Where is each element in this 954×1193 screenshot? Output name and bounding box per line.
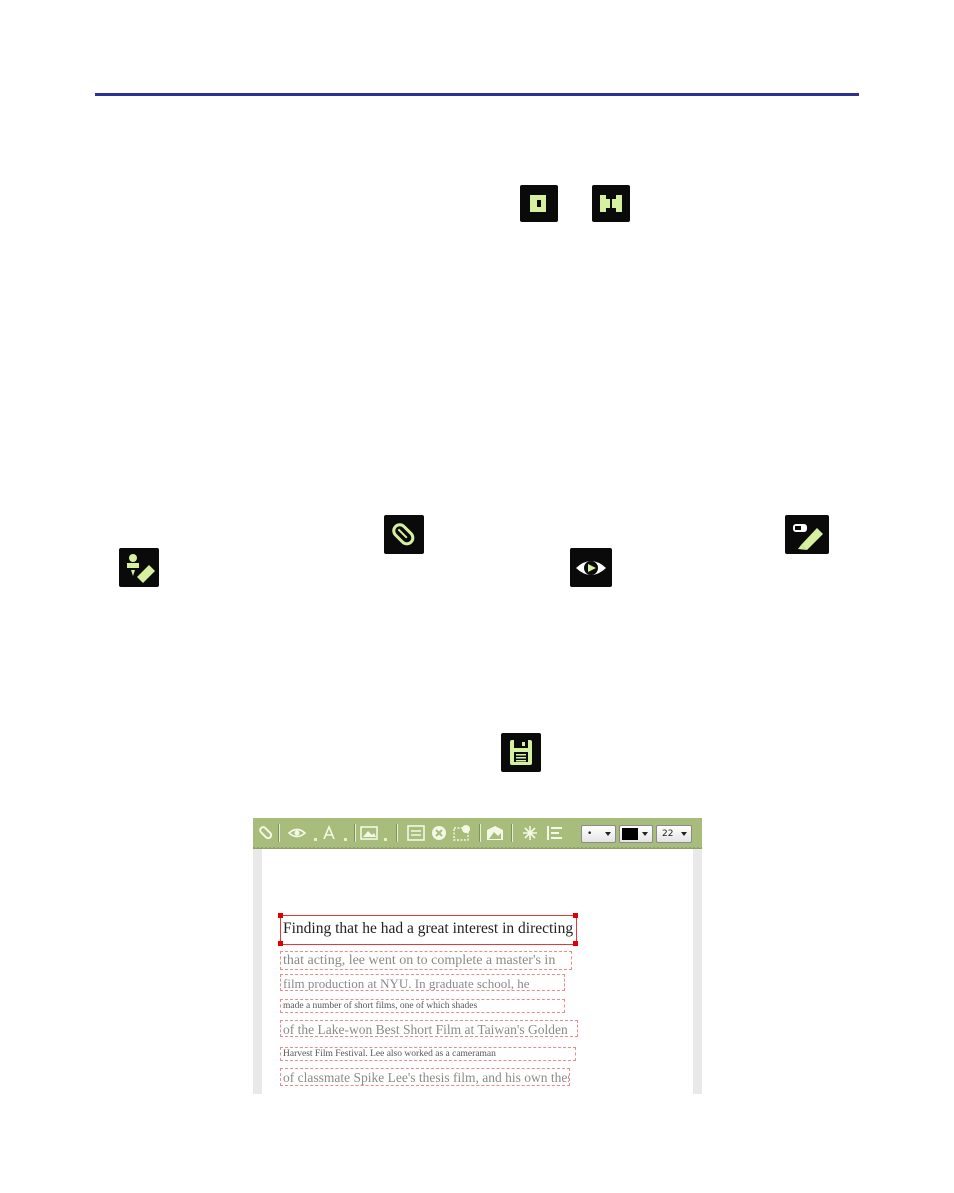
dropdown-dot [314, 838, 317, 841]
sparkle-icon[interactable] [521, 824, 539, 842]
expand-toolbar-icon [592, 185, 630, 222]
toolbar-divider [479, 824, 481, 842]
view-icon[interactable] [288, 824, 306, 842]
note-editor-screenshot: • 22 Finding that he had a great interes… [253, 818, 702, 1094]
font-size-value: 22 [662, 829, 674, 839]
chevron-down-icon [681, 832, 687, 836]
toolbar-divider [511, 824, 513, 842]
resize-handle[interactable] [278, 941, 283, 946]
insert-space-icon[interactable] [407, 824, 425, 842]
save-icon [501, 733, 541, 772]
resize-handle[interactable] [573, 913, 578, 918]
text-tool-icon[interactable] [320, 824, 338, 842]
pen-tool-icon [384, 515, 424, 554]
color-select[interactable] [619, 825, 653, 843]
text-line[interactable]: of classmate Spike Lee's thesis film, an… [280, 1068, 570, 1086]
align-icon[interactable] [546, 824, 564, 842]
background-icon[interactable] [486, 824, 504, 842]
toolbar-divider [354, 824, 356, 842]
delete-selection-icon[interactable] [453, 824, 471, 842]
pen-tool-icon[interactable] [257, 824, 275, 842]
text-line[interactable]: film production at NYU. In graduate scho… [280, 974, 565, 991]
resize-handle[interactable] [278, 913, 283, 918]
collapse-toolbar-icon [520, 185, 558, 222]
chevron-down-icon [642, 832, 648, 836]
chevron-down-icon [605, 832, 611, 836]
delete-icon[interactable] [430, 824, 448, 842]
text-line[interactable]: that acting, lee went on to complete a m… [280, 951, 572, 970]
text-line[interactable]: made a number of short films, one of whi… [280, 999, 565, 1013]
highlighter-tool-icon [785, 515, 829, 554]
pen-size-value: • [587, 829, 593, 839]
pen-size-select[interactable]: • [581, 825, 616, 843]
text-line[interactable]: of the Lake-won Best Short Film at Taiwa… [280, 1020, 578, 1037]
eraser-tool-icon [119, 548, 159, 587]
text-line[interactable]: Harvest Film Festival. Lee also worked a… [280, 1047, 576, 1061]
insert-image-icon[interactable] [360, 824, 378, 842]
toolbar-divider [278, 824, 280, 842]
dropdown-dot [384, 838, 387, 841]
dropdown-dot [344, 838, 347, 841]
toolbar-divider [396, 824, 398, 842]
note-page[interactable]: Finding that he had a great interest in … [262, 849, 693, 1094]
color-swatch [622, 828, 638, 840]
font-size-select[interactable]: 22 [656, 825, 692, 843]
header-rule [95, 93, 859, 96]
view-toggle-icon [570, 548, 612, 587]
resize-handle[interactable] [573, 941, 578, 946]
editor-toolbar: • 22 [253, 818, 702, 849]
selected-text-line[interactable]: Finding that he had a great interest in … [280, 915, 577, 945]
